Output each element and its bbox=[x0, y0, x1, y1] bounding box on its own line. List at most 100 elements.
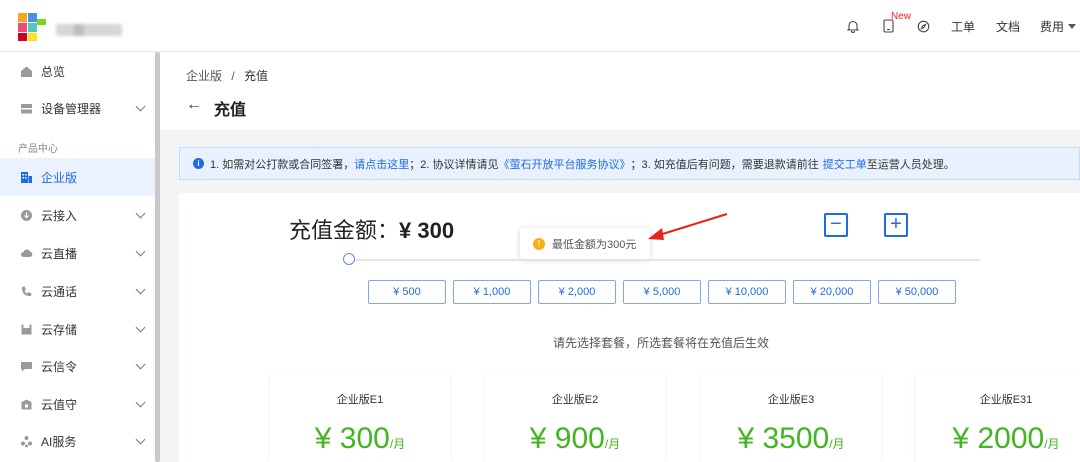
package-price: ¥ 900/月 bbox=[485, 422, 665, 456]
price-unit: /月 bbox=[1044, 437, 1060, 451]
amount-option-20000[interactable]: ¥ 20,000 bbox=[793, 280, 871, 304]
breadcrumb-separator: / bbox=[231, 69, 235, 83]
sidebar-item-ai-service[interactable]: AI服务 bbox=[0, 422, 155, 460]
amount-option-50000[interactable]: ¥ 50,000 bbox=[878, 280, 956, 304]
chevron-down-icon bbox=[135, 359, 146, 369]
sidebar-item-overview[interactable]: 总览 bbox=[0, 52, 155, 90]
chevron-down-icon bbox=[135, 246, 146, 256]
amount-option-500[interactable]: ¥ 500 bbox=[368, 280, 446, 304]
sidebar-item-label: 设备管理器 bbox=[41, 101, 102, 116]
chevron-down-icon bbox=[135, 322, 146, 332]
amount-option-5000[interactable]: ¥ 5,000 bbox=[623, 280, 701, 304]
warning-icon: ! bbox=[533, 237, 545, 250]
notice-text: 至运营人员处理。 bbox=[866, 158, 955, 171]
sidebar-item-cloud-live[interactable]: 云直播 bbox=[0, 234, 155, 272]
sidebar-item-label: 云通话 bbox=[41, 284, 78, 299]
server-icon bbox=[20, 102, 33, 115]
brand-name-redacted bbox=[56, 24, 122, 36]
sidebar-item-cloud-call[interactable]: 云通话 bbox=[0, 272, 155, 310]
sidebar-section-title: 产品中心 bbox=[18, 144, 58, 155]
cost-label: 费用 bbox=[1040, 19, 1065, 34]
back-arrow-icon[interactable]: ← bbox=[186, 96, 202, 114]
sidebar-item-label: 云值守 bbox=[41, 397, 78, 412]
sidebar-item-cloud-guard[interactable]: 云值守 bbox=[0, 385, 155, 423]
package-price: ¥ 300/月 bbox=[270, 422, 450, 456]
package-name: 企业版E1 bbox=[336, 394, 384, 406]
chevron-down-icon bbox=[135, 397, 146, 407]
increase-button[interactable]: + bbox=[884, 213, 908, 237]
cloud-access-icon bbox=[20, 209, 33, 222]
sidebar-item-enterprise[interactable]: 企业版 bbox=[0, 158, 155, 196]
info-icon: i bbox=[193, 158, 204, 169]
amount-label: 充值金额： bbox=[289, 218, 400, 243]
package-hint: 请先选择套餐，所选套餐将在充值后生效 bbox=[553, 336, 770, 350]
amount-option-10000[interactable]: ¥ 10,000 bbox=[708, 280, 786, 304]
page-title: 充值 bbox=[214, 102, 247, 119]
tooltip-text: 最低金额为300元 bbox=[552, 238, 637, 251]
sidebar-item-label: 云信令 bbox=[41, 359, 78, 374]
bell-icon[interactable] bbox=[847, 0, 859, 52]
package-name: 企业版E2 bbox=[551, 394, 599, 406]
docs-link[interactable]: 文档 bbox=[996, 0, 1020, 52]
breadcrumb-parent[interactable]: 企业版 bbox=[186, 69, 222, 83]
cost-menu[interactable]: 费用 bbox=[1040, 0, 1077, 52]
amount-heading: 充值金额：¥ 300 bbox=[289, 213, 454, 245]
price-value: ¥ 900 bbox=[529, 422, 605, 455]
package-name: 企业版E31 bbox=[979, 394, 1033, 406]
sidebar-item-cloud-access[interactable]: 云接入 bbox=[0, 196, 155, 234]
price-unit: /月 bbox=[604, 437, 621, 451]
home-icon bbox=[20, 65, 33, 78]
notice-text: 1. 如需对公打款或合同签署， bbox=[210, 158, 355, 171]
min-amount-tooltip: ! 最低金额为300元 bbox=[520, 228, 650, 259]
chevron-down-icon bbox=[135, 101, 146, 111]
notice-text: ；2. 协议详情请见 bbox=[409, 158, 499, 171]
package-price: ¥ 2000/月 bbox=[916, 422, 1080, 456]
sidebar-item-cloud-signal[interactable]: 云信令 bbox=[0, 347, 155, 385]
building-icon bbox=[20, 171, 33, 184]
page-header: 企业版 / 充值 ← 充值 bbox=[160, 52, 1080, 130]
breadcrumb-current: 充值 bbox=[244, 69, 269, 83]
caret-down-icon bbox=[1068, 23, 1077, 29]
new-badge: New bbox=[891, 11, 912, 22]
amount-slider-track[interactable] bbox=[349, 259, 980, 261]
price-unit: /月 bbox=[389, 437, 406, 451]
sidebar-item-label: 云存储 bbox=[41, 322, 78, 337]
submit-ticket-link[interactable]: 提交工单 bbox=[823, 156, 867, 172]
sidebar-item-label: 总览 bbox=[41, 64, 66, 79]
price-value: ¥ 3500 bbox=[737, 422, 830, 455]
package-card-e1[interactable]: 企业版E1 ¥ 300/月 bbox=[270, 372, 450, 462]
package-card-e31[interactable]: 企业版E31 ¥ 2000/月 bbox=[916, 372, 1080, 462]
compass-icon[interactable] bbox=[917, 0, 930, 52]
chevron-down-icon bbox=[135, 208, 146, 218]
ticket-link[interactable]: 工单 bbox=[951, 0, 975, 52]
sidebar-item-label: AI服务 bbox=[41, 434, 77, 449]
amount-option-2000[interactable]: ¥ 2,000 bbox=[538, 280, 616, 304]
package-card-e3[interactable]: 企业版E3 ¥ 3500/月 bbox=[701, 372, 881, 462]
sidebar-item-device-manager[interactable]: 设备管理器 bbox=[0, 89, 155, 127]
message-icon bbox=[20, 360, 33, 373]
agreement-link[interactable]: 《萤石开放平台服务协议》 bbox=[498, 156, 630, 172]
sidebar-item-label: 云接入 bbox=[41, 208, 78, 223]
amount-value: ¥ 300 bbox=[399, 218, 455, 243]
chevron-down-icon bbox=[135, 284, 146, 294]
chevron-down-icon bbox=[135, 434, 146, 444]
storage-icon bbox=[20, 323, 33, 336]
amount-option-1000[interactable]: ¥ 1,000 bbox=[453, 280, 531, 304]
contract-link[interactable]: 请点击这里 bbox=[354, 156, 409, 172]
phone-icon bbox=[20, 285, 33, 298]
package-price: ¥ 3500/月 bbox=[701, 422, 881, 456]
breadcrumb: 企业版 / 充值 bbox=[186, 67, 268, 84]
top-bar: New 工单 文档 费用 bbox=[0, 0, 1080, 52]
package-name: 企业版E3 bbox=[767, 394, 815, 406]
guard-icon bbox=[20, 398, 33, 411]
ai-icon bbox=[20, 435, 33, 448]
logo-icon[interactable] bbox=[18, 13, 46, 41]
amount-slider-handle[interactable] bbox=[343, 253, 355, 265]
price-value: ¥ 300 bbox=[314, 422, 390, 455]
mobile-icon[interactable] bbox=[883, 0, 894, 52]
package-card-e2[interactable]: 企业版E2 ¥ 900/月 bbox=[485, 372, 665, 462]
sidebar-item-cloud-storage[interactable]: 云存储 bbox=[0, 310, 155, 348]
decrease-button[interactable]: − bbox=[824, 213, 848, 237]
notice-text: ；3. 如充值后有问题，需要退款请前往 bbox=[630, 158, 819, 171]
price-value: ¥ 2000 bbox=[952, 422, 1045, 455]
